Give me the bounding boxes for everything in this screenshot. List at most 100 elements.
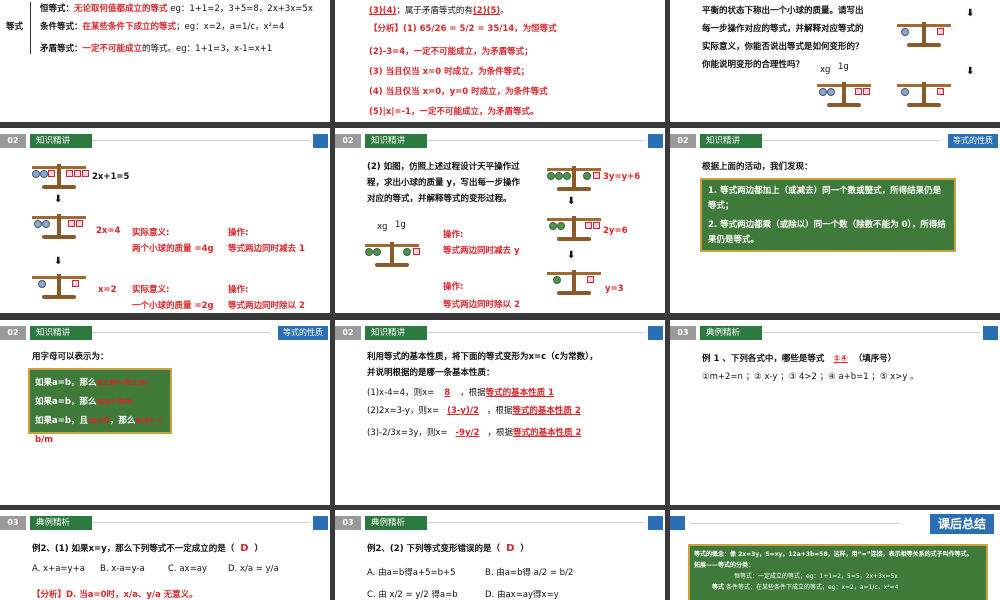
balance-scale-icon [545, 266, 605, 298]
practice-item-2: (2)2x=3-y，则x= (3-y)/2 ，根据等式的基本性质 2 [367, 406, 581, 416]
question-line-2: 每一步操作对应的等式，并解释对应等式的 [702, 24, 864, 34]
slide-header: 02 知识精讲 等式的性质 [0, 326, 330, 340]
slide-balance-steps-y: 02 知识精讲 (2) 如图，仿照上述过程设计天平操作过 程，求出小球的质量 y… [335, 128, 665, 313]
balance-scale-icon [30, 160, 90, 192]
slide-balance-steps-x: 02 知识精讲 2x+1=5 ⬇ 2x=4 实际意义: 两个小球的质量 =4g … [0, 128, 330, 313]
summary-extension: 拓展——等式的分类： [694, 562, 755, 569]
brace-line [30, 2, 31, 54]
header-square [648, 326, 663, 340]
slide-equation-types: 等式 恒等式：无论取何值都成立的等式 eg：1+1=2，3+5=8，2x+3x=… [0, 0, 330, 122]
meaning-label-2: 实际意义: [132, 285, 170, 295]
question-line-1: (2) 如图，仿照上述过程设计天平操作过 [367, 162, 520, 172]
operation-text-1: 等式两边同时减去 1 [228, 244, 305, 254]
xg-label: xg [820, 65, 831, 75]
slide-number: 03 [0, 516, 26, 530]
option-a: A. 由a=b得a+5=b+5 [367, 568, 456, 578]
header-square [648, 516, 663, 530]
equation-step-1: 3y=y+6 [603, 172, 641, 182]
g1-label: 1g [395, 220, 406, 230]
practice-item-1: (1)x-4=4，则x= 8 ，根据等式的基本性质 1 [367, 388, 555, 398]
equation-step-2: 2y=6 [603, 226, 628, 236]
summary-tag: 课后总结 [929, 514, 994, 534]
header-square [313, 516, 328, 530]
slide-example-2-1: 03 典例精析 例2、(1) 如果x=y，那么下列等式不一定成立的是（ D） A.… [0, 510, 330, 600]
balance-scale-icon [363, 238, 423, 270]
down-arrow-icon: ⬇ [966, 66, 975, 77]
analysis-line-3: (3) 当且仅当 x=0 时成立，为条件等式； [369, 67, 530, 77]
formula-2: 如果a=b，那么am=bm [35, 397, 134, 407]
xg-label: xg [377, 222, 388, 232]
intro-text: 用字母可以表示为： [32, 352, 109, 362]
operation-text-2: 等式两边同时除以 2 [443, 300, 520, 310]
summary-concept: 等式的概念：像 2x=3y，S=xy，12a+3b=58，这样，用“=”连接，表… [694, 551, 973, 558]
balance-scale-icon [545, 212, 605, 244]
slide-properties-summary: 02 知识精讲 等式的性质 根据上面的活动，我们发现： 1. 等式两边都加上（或… [670, 128, 1000, 313]
operation-label-1: 操作: [443, 230, 464, 240]
topic-tag: 等式的性质 [948, 134, 998, 148]
analysis-line-4: (4) 当且仅当 x=0，y=0 时成立，为条件等式 [369, 87, 548, 97]
balance-scale-icon [30, 270, 90, 302]
header-square [983, 326, 998, 340]
analysis-line-5: (5)|x|=-1，一定不可能成立，为矛盾等式。 [369, 107, 539, 117]
analysis-line-1: 【分析】(1) 65/26 = 5/2 = 35/14，为恒等式 [369, 24, 557, 34]
slide-number: 03 [335, 516, 361, 530]
operation-text-1: 等式两边同时减去 y [443, 246, 520, 256]
g1-label: 1g [838, 62, 849, 72]
operation-label-1: 操作: [228, 228, 249, 238]
down-arrow-icon: ⬇ [966, 8, 975, 19]
instruction-line-2: 并说明根据的是哪一条基本性质： [367, 368, 495, 378]
question-line-1: 平衡的状态下称出一个小球的质量。请写出 [702, 6, 864, 16]
option-a: A. x+a=y+a [32, 564, 85, 574]
equation-step-2: 2x=4 [96, 226, 121, 236]
summary-box: 等式的概念：像 2x=3y，S=xy，12a+3b=58，这样，用“=”连接，表… [688, 544, 988, 600]
header-square [670, 516, 685, 530]
question-line-3: 实际意义，你能否说出等式是如何变形的？ [702, 42, 864, 52]
section-title: 典例精析 [30, 516, 92, 530]
slide-number: 02 [0, 326, 26, 340]
operation-label-2: 操作: [228, 285, 249, 295]
option-b: B. 由a=b得 a/2 = b/2 [485, 568, 574, 578]
summary-identity: 恒等式：一定成立的等式；eg：1+1=2，5=5，2x+3x=5x [734, 573, 898, 580]
option-d: D. x/a = y/a [228, 564, 279, 574]
question-line-4: 你能说明变形的合理性吗？ [702, 60, 805, 70]
section-title: 知识精讲 [365, 134, 427, 148]
operation-text-2: 等式两边同时除以 2 [228, 301, 305, 311]
balance-scale-icon [895, 78, 955, 110]
option-b: B. x-a=y-a [100, 564, 145, 574]
slide-grid: 等式 恒等式：无论取何值都成立的等式 eg：1+1=2，3+5=8，2x+3x=… [0, 0, 1000, 600]
question-line-2: 程，求出小球的质量 y，写出每一步操作 [367, 178, 521, 188]
formula-1: 如果a=b，那么a±m=b±m [35, 378, 148, 388]
equation-step-3: y=3 [605, 284, 624, 294]
formula-box: 如果a=b，那么a±m=b±m 如果a=b，那么am=bm 如果a=b，且m≠0… [28, 368, 172, 445]
section-title: 知识精讲 [30, 326, 92, 340]
slide-header: 03 典例精析 [670, 326, 1000, 340]
formula-3: 如果a=b，且m≠0，那么a/m = b/m [35, 416, 164, 445]
instruction-line-1: 利用等式的基本性质，将下面的等式变形为x=c（c为常数）， [367, 352, 598, 362]
down-arrow-icon: ⬇ [54, 256, 63, 267]
slide-transform-practice: 02 知识精讲 利用等式的基本性质，将下面的等式变形为x=c（c为常数）， 并说… [335, 320, 665, 505]
slide-header: 02 知识精讲 等式的性质 [670, 134, 1000, 148]
balance-scale-icon [545, 162, 605, 194]
header-line [690, 523, 900, 524]
analysis-text: 【分析】D. 当a=0时，x/a、y/a 无意义。 [32, 590, 198, 600]
analysis-line-2: (2)-3=4，一定不可能成立，为矛盾等式； [369, 47, 533, 57]
down-arrow-icon: ⬇ [567, 196, 576, 207]
balance-scale-icon [895, 18, 955, 50]
question-line-3: 对应的等式，并解释等式的变形过程。 [367, 194, 512, 204]
slide-letter-forms: 02 知识精讲 等式的性质 用字母可以表示为： 如果a=b，那么a±m=b±m … [0, 320, 330, 505]
topic-tag: 等式的性质 [278, 326, 328, 340]
slide-number: 03 [670, 326, 696, 340]
meaning-text-2: 一个小球的质量 =2g [132, 301, 214, 311]
down-arrow-icon: ⬇ [54, 194, 63, 205]
intro-text: 根据上面的活动，我们发现： [702, 162, 813, 172]
slide-summary: 课后总结 等式的概念：像 2x=3y，S=xy，12a+3b=58，这样，用“=… [670, 510, 1000, 600]
section-title: 典例精析 [365, 516, 427, 530]
slide-header: 02 知识精讲 [335, 134, 665, 148]
example-question: 例 1 、下列各式中，哪些是等式 ①④ （填序号） [702, 354, 897, 364]
slide-number: 02 [0, 134, 26, 148]
balance-scale-icon [815, 78, 875, 110]
section-title: 知识精讲 [365, 326, 427, 340]
slide-analysis-1: (3)(4)；属于矛盾等式的有(2)(5)。 【分析】(1) 65/26 = 5… [335, 0, 665, 122]
slide-number: 02 [335, 326, 361, 340]
example-question: 例2、(2) 下列等式变形错误的是（ D） [367, 543, 529, 554]
